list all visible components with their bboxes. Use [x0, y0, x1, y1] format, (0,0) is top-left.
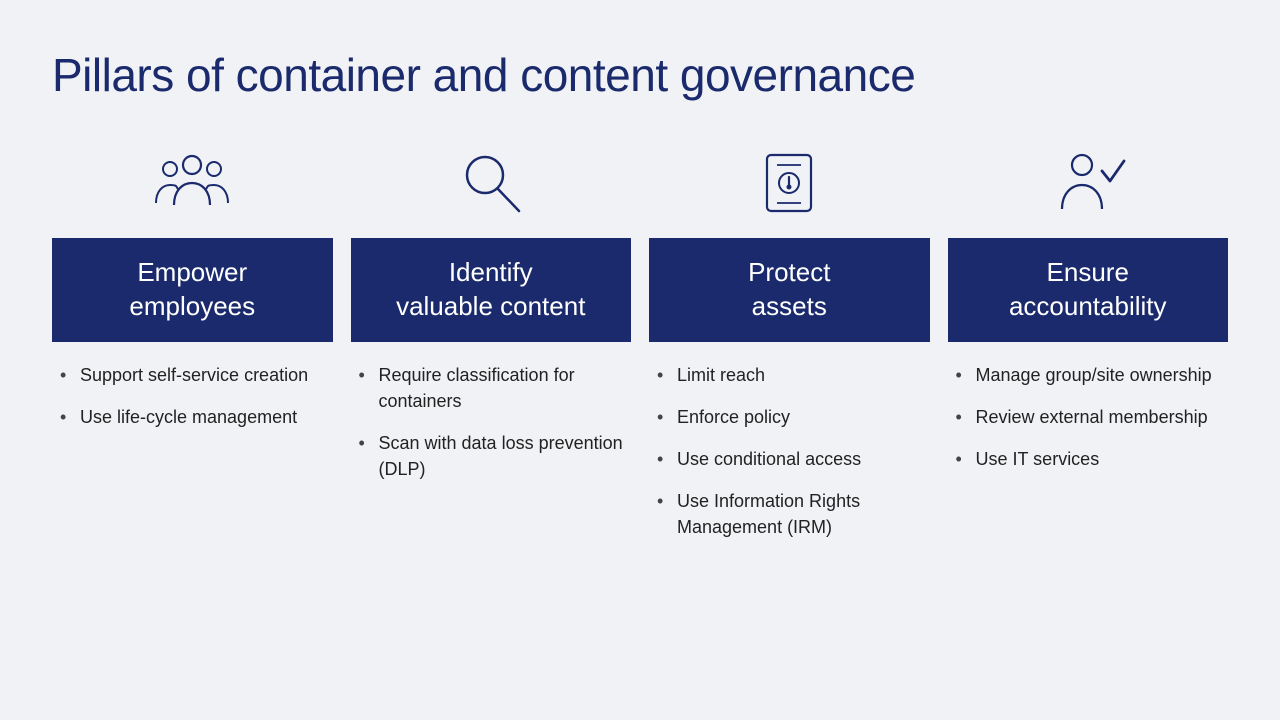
shield-icon: [749, 138, 829, 228]
pillar-ensure: Ensureaccountability Manage group/site o…: [948, 138, 1229, 488]
pillar-empower: Empoweremployees Support self-service cr…: [52, 138, 333, 446]
accountability-icon: [1048, 138, 1128, 228]
slide-title: Pillars of container and content governa…: [52, 48, 1228, 102]
list-item: Enforce policy: [657, 404, 922, 430]
empower-header: Empoweremployees: [52, 238, 333, 342]
list-item: Support self-service creation: [60, 362, 325, 388]
identify-header: Identifyvaluable content: [351, 238, 632, 342]
pillar-identify: Identifyvaluable content Require classif…: [351, 138, 632, 498]
protect-header: Protectassets: [649, 238, 930, 342]
list-item: Limit reach: [657, 362, 922, 388]
search-icon: [451, 138, 531, 228]
list-item: Manage group/site ownership: [956, 362, 1221, 388]
list-item: Require classification for containers: [359, 362, 624, 414]
ensure-list: Manage group/site ownership Review exter…: [948, 342, 1229, 488]
pillars-container: Empoweremployees Support self-service cr…: [52, 138, 1228, 556]
list-item: Use IT services: [956, 446, 1221, 472]
list-item: Use life-cycle management: [60, 404, 325, 430]
ensure-header: Ensureaccountability: [948, 238, 1229, 342]
identify-list: Require classification for containers Sc…: [351, 342, 632, 498]
empower-list: Support self-service creation Use life-c…: [52, 342, 333, 446]
list-item: Use Information Rights Management (IRM): [657, 488, 922, 540]
list-item: Scan with data loss prevention (DLP): [359, 430, 624, 482]
slide: Pillars of container and content governa…: [0, 0, 1280, 720]
people-icon: [152, 138, 232, 228]
list-item: Use conditional access: [657, 446, 922, 472]
list-item: Review external membership: [956, 404, 1221, 430]
pillar-protect: Protectassets Limit reach Enforce policy…: [649, 138, 930, 556]
protect-list: Limit reach Enforce policy Use condition…: [649, 342, 930, 556]
